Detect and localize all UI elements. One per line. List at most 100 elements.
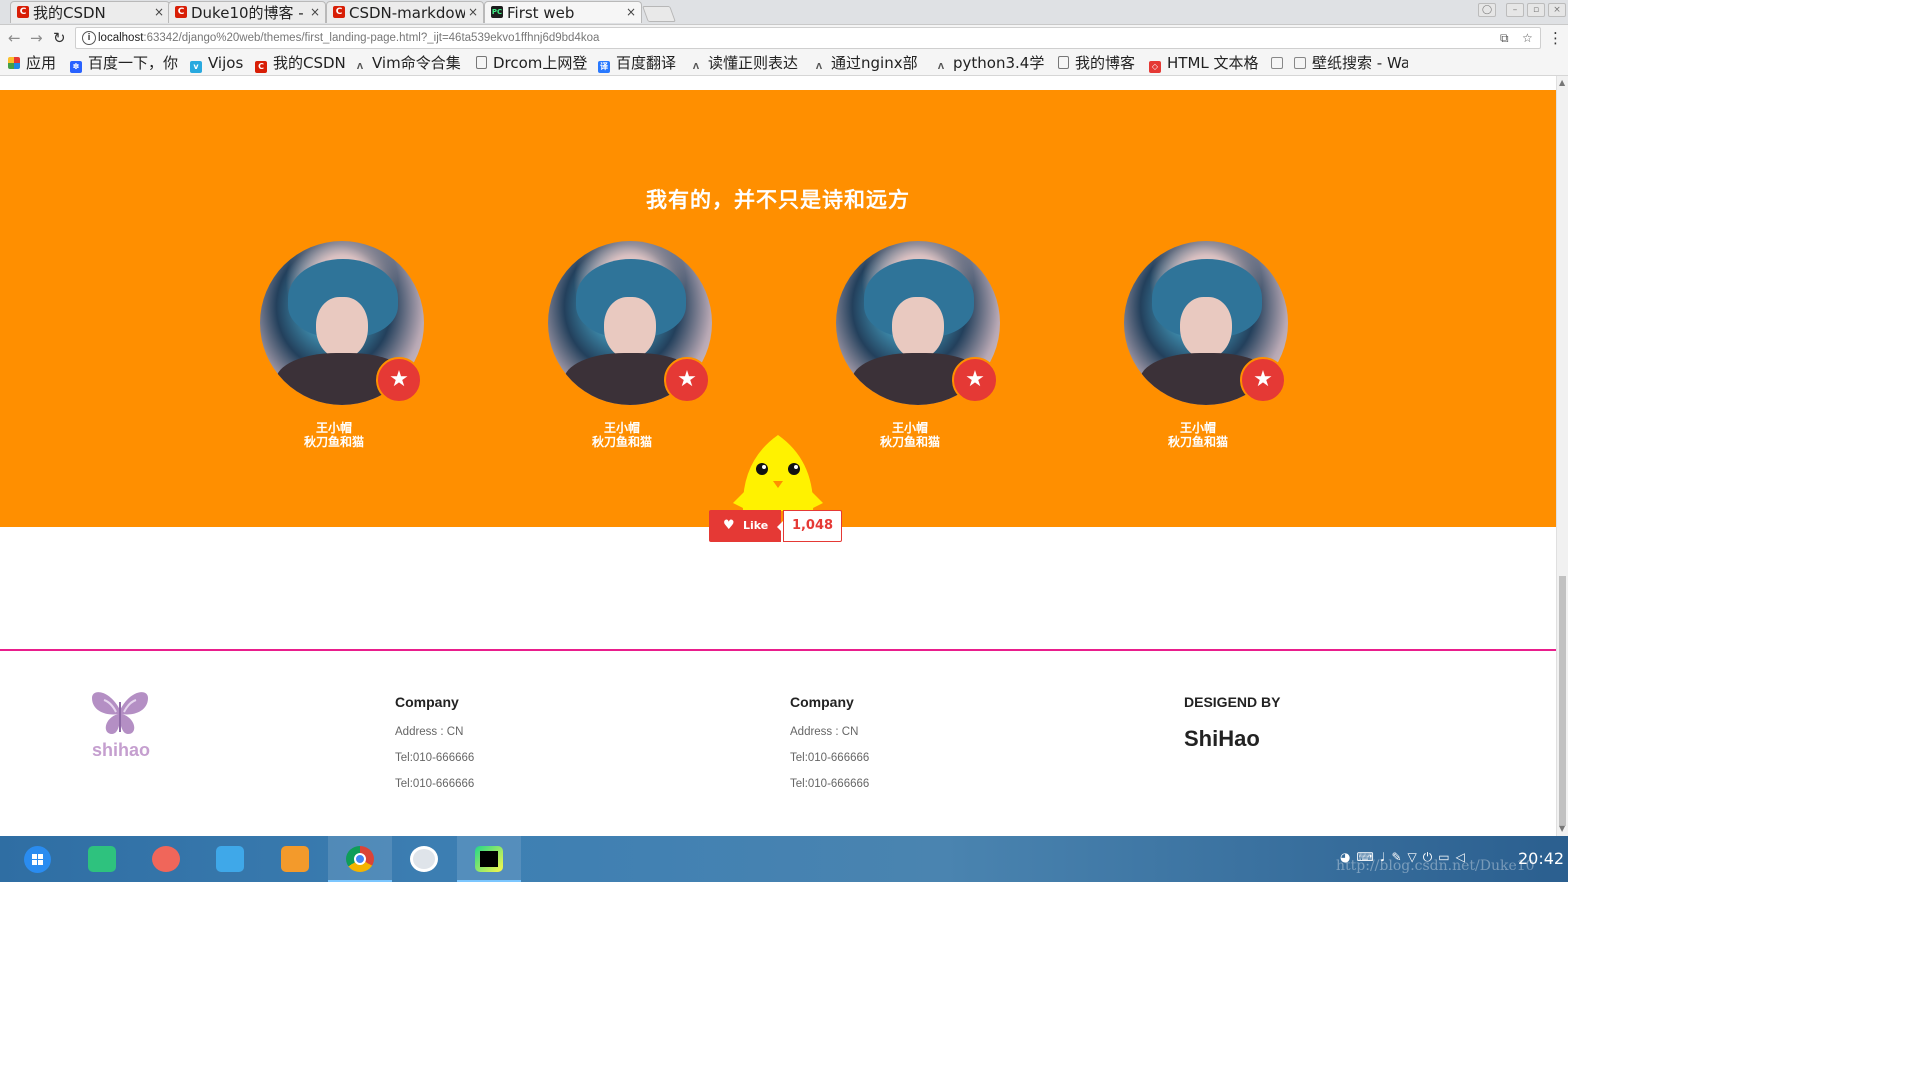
bookmark-star-icon[interactable]: ☆: [1522, 31, 1533, 45]
footer-col-1-title: Company: [395, 694, 459, 710]
like-widget[interactable]: ♥ Like 1,048: [709, 510, 842, 542]
address-bar[interactable]: i localhost:63342/django%20web/themes/fi…: [75, 27, 1541, 49]
member-caption: 王小帽 秋刀鱼和猫: [260, 421, 408, 449]
like-label: Like: [743, 519, 769, 532]
taskbar-file-manager[interactable]: [198, 836, 262, 882]
pycharm-icon: PC: [491, 6, 503, 18]
member-subtitle: 秋刀鱼和猫: [303, 435, 364, 449]
star-icon[interactable]: ★: [376, 357, 422, 403]
bookmark-label: 我的CSDN: [273, 54, 346, 72]
taskbar-launcher[interactable]: [6, 836, 70, 882]
menu-kebab-icon[interactable]: ⋮: [1548, 29, 1563, 47]
tab-close-icon[interactable]: ×: [626, 5, 636, 19]
csdn-icon: C: [255, 61, 267, 73]
page-icon: [476, 56, 487, 69]
translate-icon: 译: [598, 61, 610, 73]
bookmark-label: 我的博客: [1075, 54, 1136, 72]
screen-recorder-icon: [152, 846, 180, 872]
bookmark-nginx[interactable]: ꓥ 通过nginx部: [813, 54, 918, 73]
bookmark-regex[interactable]: ꓥ 读懂正则表达: [690, 54, 798, 73]
regex-icon: ꓥ: [692, 62, 700, 71]
member-caption: 王小帽 秋刀鱼和猫: [836, 421, 984, 449]
scroll-up-icon[interactable]: ▲: [1559, 78, 1565, 87]
csdn-icon: C: [333, 6, 345, 18]
designer-name: ShiHao: [1184, 726, 1260, 751]
bookmark-baidu[interactable]: ✽ 百度一下，你: [70, 54, 178, 73]
taskbar-pycharm[interactable]: [457, 836, 521, 882]
taskbar-terminal[interactable]: [70, 836, 134, 882]
chick-mascot-icon[interactable]: [731, 433, 825, 513]
forward-arrow-icon[interactable]: →: [30, 29, 43, 47]
bookmark-vijos[interactable]: v Vijos: [190, 54, 243, 73]
bookmark-label: 百度翻译: [616, 54, 677, 72]
footer-col-2-tel: Tel:010-666666: [790, 778, 870, 790]
watermark-text: http://blog.csdn.net/Duke10: [1336, 858, 1535, 874]
page-icon: [1058, 56, 1069, 69]
tab-close-icon[interactable]: ×: [468, 5, 478, 19]
bookmark-baidu-translate[interactable]: 译百度翻译: [598, 54, 676, 73]
like-button[interactable]: ♥ Like: [709, 510, 781, 542]
vijos-icon: v: [190, 61, 202, 73]
bookmark-my-csdn[interactable]: C 我的CSDN: [255, 54, 346, 73]
profile-icon[interactable]: ◯: [1478, 3, 1496, 17]
minimize-button[interactable]: –: [1506, 3, 1524, 17]
close-window-button[interactable]: ×: [1548, 3, 1566, 17]
back-arrow-icon[interactable]: ←: [8, 29, 21, 47]
store-icon: [281, 846, 309, 872]
tab-close-icon[interactable]: ×: [154, 5, 164, 19]
tab-title: First web: [507, 4, 575, 22]
taskbar-settings[interactable]: [392, 836, 456, 882]
taskbar: ◕⌨♩✎▽⏻▭◁ http://blog.csdn.net/Duke10 20:…: [0, 836, 1568, 882]
bookmark-html-text[interactable]: ◇ HTML 文本格: [1149, 54, 1259, 73]
bookmark-my-blog[interactable]: 我的博客: [1058, 54, 1135, 72]
reload-icon[interactable]: ↻: [53, 29, 66, 47]
clock[interactable]: 20:42: [1518, 849, 1564, 868]
tab-my-csdn[interactable]: C 我的CSDN ×: [10, 1, 170, 23]
footer-divider: [0, 649, 1556, 651]
translate-icon[interactable]: ⧉: [1500, 31, 1509, 45]
doc-icon: [1271, 57, 1283, 69]
bookmark-python[interactable]: ꓥ python3.4学: [935, 54, 1044, 73]
section-title: 我有的，并不只是诗和远方: [646, 188, 910, 212]
footer-col-1-address: Address : CN: [395, 726, 464, 738]
bookmark-apps[interactable]: 应用: [8, 54, 56, 72]
page-info-icon[interactable]: i: [82, 31, 96, 45]
tab-close-icon[interactable]: ×: [310, 5, 320, 19]
new-tab-button[interactable]: [642, 6, 676, 22]
bookmark-doc[interactable]: [1271, 54, 1289, 72]
logo-text: shihao: [91, 740, 150, 760]
bookmark-label: 应用: [26, 54, 57, 72]
bookmark-label: 百度一下，你: [88, 54, 179, 72]
taskbar-screen-recorder[interactable]: [134, 836, 198, 882]
page-scrollbar[interactable]: ▲ ▼: [1556, 76, 1568, 836]
bookmark-wallpaper[interactable]: 壁纸搜索 - Wa: [1294, 54, 1408, 72]
tab-duke10-blog[interactable]: C Duke10的博客 - ×: [168, 1, 326, 23]
bookmark-vim[interactable]: ꓥ Vim命令合集: [354, 54, 461, 73]
star-icon[interactable]: ★: [952, 357, 998, 403]
bookmark-drcom[interactable]: Drcom上网登: [476, 54, 587, 72]
footer-col-1-tel: Tel:010-666666: [395, 752, 475, 764]
url-text[interactable]: localhost:63342/django%20web/themes/firs…: [98, 31, 599, 45]
butterfly-logo-icon[interactable]: [90, 688, 150, 736]
scrollbar-thumb[interactable]: [1559, 576, 1566, 826]
page-viewport[interactable]: 我有的，并不只是诗和远方 ★ 王小帽 秋刀鱼和猫 ★ 王小帽 秋刀鱼和猫 ★ 王小帽…: [0, 76, 1556, 836]
pycharm-icon: [475, 846, 503, 872]
tab-csdn-markdown[interactable]: C CSDN-markdow ×: [326, 1, 484, 23]
star-icon[interactable]: ★: [1240, 357, 1286, 403]
heart-icon: ♥: [723, 518, 735, 533]
file-manager-icon: [216, 846, 244, 872]
member-name: 王小帽: [603, 421, 640, 435]
member-name: 王小帽: [1179, 421, 1216, 435]
maximize-button[interactable]: ▫: [1527, 3, 1545, 17]
like-count: 1,048: [777, 510, 842, 542]
tab-title: 我的CSDN: [33, 4, 106, 22]
taskbar-chrome[interactable]: [328, 836, 392, 882]
star-icon[interactable]: ★: [664, 357, 710, 403]
browser-toolbar: ← → ↻ i localhost:63342/django%20web/the…: [0, 25, 1568, 51]
taskbar-store[interactable]: [263, 836, 327, 882]
scroll-down-icon[interactable]: ▼: [1559, 824, 1565, 833]
bookmark-label: Vim命令合集: [372, 54, 461, 72]
python-icon: ꓥ: [937, 62, 945, 71]
member-subtitle: 秋刀鱼和猫: [879, 435, 940, 449]
tab-first-web[interactable]: PC First web ×: [484, 1, 642, 23]
